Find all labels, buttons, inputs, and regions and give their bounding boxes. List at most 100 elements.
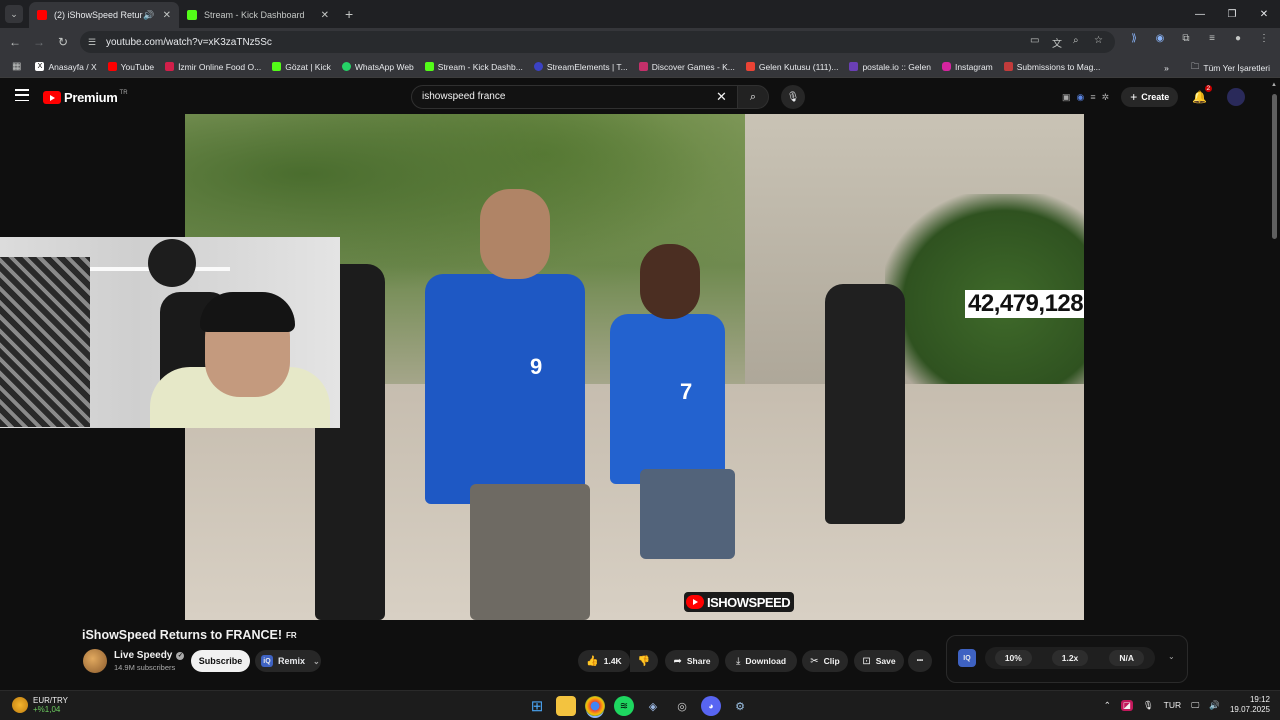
scroll-up-icon[interactable]: ▲ xyxy=(1271,82,1277,88)
bookmark-item[interactable]: StreamElements | T... xyxy=(533,62,628,72)
discord-icon[interactable]: ◕ xyxy=(701,696,721,716)
bookmark-item[interactable]: İzmir Online Food O... xyxy=(165,62,261,72)
forward-icon[interactable]: → xyxy=(27,35,51,49)
bookmark-item[interactable]: YouTube xyxy=(107,62,154,72)
url-text: youtube.com/watch?v=xK3zaTNz5Sc xyxy=(106,36,272,48)
app-cube-icon[interactable]: ◈ xyxy=(643,696,663,716)
food-site-icon xyxy=(165,62,175,71)
close-tab-icon[interactable]: ✕ xyxy=(321,10,329,21)
chrome-icon[interactable] xyxy=(585,696,605,716)
search-button[interactable]: ⌕ xyxy=(737,85,769,109)
bookmark-item[interactable]: Submissions to Mag... xyxy=(1003,62,1100,72)
channel-avatar[interactable] xyxy=(83,649,107,673)
bookmark-item[interactable]: Stream - Kick Dashb... xyxy=(424,62,523,72)
currency-pair: EUR/TRY xyxy=(33,696,68,705)
chevron-down-icon[interactable]: ⌄ xyxy=(1168,652,1175,661)
speaker-icon[interactable]: 🔊 xyxy=(143,10,154,21)
cast-icon[interactable]: ▭ xyxy=(1030,35,1039,46)
iq-segment[interactable]: 1.2x xyxy=(1042,650,1099,666)
input-language[interactable]: TUR xyxy=(1164,700,1181,710)
bookmark-star-icon[interactable]: ☆ xyxy=(1094,35,1103,46)
close-tab-icon[interactable]: ✕ xyxy=(163,10,171,21)
tab-youtube[interactable]: (2) iShowSpeed Returns to F 🔊 ✕ xyxy=(29,2,179,28)
streamelements-icon xyxy=(533,62,543,71)
dislike-button[interactable]: 👎 xyxy=(630,650,658,672)
spotify-icon[interactable]: ≋ xyxy=(614,696,634,716)
logo-text: Premium xyxy=(64,90,118,105)
bookmarks-bar: ▦ X Anasayfa / X YouTube İzmir Online Foo… xyxy=(0,56,1280,78)
account-avatar[interactable] xyxy=(1227,88,1246,106)
video-person-head xyxy=(640,244,700,319)
voice-search-button[interactable]: 🎙 xyxy=(781,85,805,109)
bookmark-item[interactable]: WhatsApp Web xyxy=(341,62,414,72)
profile-avatar-icon[interactable]: ● xyxy=(1230,33,1246,44)
tab-search-button[interactable]: ⌄ xyxy=(5,5,23,23)
scrollbar-thumb[interactable] xyxy=(1272,94,1277,239)
bookmark-item[interactable]: postale.io :: Gelen xyxy=(849,62,931,72)
list-icon[interactable]: ≡ xyxy=(1090,92,1095,102)
remix-button[interactable]: iQ Remix ⌄ xyxy=(255,650,321,672)
zoom-icon[interactable]: ⌕ xyxy=(1073,35,1079,46)
browser-menu-icon[interactable]: ⋮ xyxy=(1256,33,1272,44)
volume-icon[interactable]: 🔊 xyxy=(1209,700,1220,711)
all-bookmarks-link[interactable]: Tüm Yer İşaretleri xyxy=(1203,63,1270,73)
bookmark-item[interactable]: Instagram xyxy=(941,62,993,72)
reading-list-icon[interactable]: ≡ xyxy=(1204,33,1220,44)
video-title-text: iShowSpeed Returns to FRANCE! xyxy=(82,628,283,642)
save-button[interactable]: ⊡ Save xyxy=(854,650,904,672)
share-button[interactable]: ➦ Share xyxy=(665,650,719,672)
restore-icon[interactable]: ❐ xyxy=(1216,0,1248,28)
microphone-tray-icon[interactable]: 🎙 xyxy=(1143,700,1154,711)
extension-star-icon[interactable]: ✲ xyxy=(1102,92,1110,103)
apps-grid-icon[interactable]: ▦ xyxy=(12,61,21,72)
iq-segment[interactable]: 10% xyxy=(985,650,1042,666)
extension-wave-icon[interactable]: ⟫ xyxy=(1126,33,1142,44)
clock-date: 19.07.2025 xyxy=(1229,705,1270,714)
steam-icon[interactable]: ⚙ xyxy=(730,696,750,716)
youtube-premium-logo[interactable]: Premium TR xyxy=(43,90,128,105)
file-explorer-icon[interactable] xyxy=(556,696,576,716)
like-button[interactable]: 👍 1.4K xyxy=(578,650,630,672)
more-actions-button[interactable]: ••• xyxy=(908,650,932,672)
extension-square-icon[interactable]: ▣ xyxy=(1062,92,1071,103)
subscribe-button[interactable]: Subscribe xyxy=(191,650,250,672)
x-logo-icon: X xyxy=(35,62,45,71)
minimize-icon[interactable]: — xyxy=(1184,0,1216,28)
app-circle-icon[interactable]: ◎ xyxy=(672,696,692,716)
tray-app-icon[interactable]: ◪ xyxy=(1120,699,1133,711)
windows-start-icon[interactable]: ⊞ xyxy=(527,696,547,716)
currency-widget[interactable]: EUR/TRY +%1,04 xyxy=(12,696,68,714)
network-icon[interactable]: 🖵 xyxy=(1191,700,1199,711)
youtube-play-logo-icon xyxy=(43,91,61,104)
clip-button[interactable]: ✂ Clip xyxy=(802,650,848,672)
iq-segment[interactable]: N/A xyxy=(1098,650,1155,666)
new-tab-button[interactable]: + xyxy=(345,6,353,22)
download-button[interactable]: ⤓ Download xyxy=(725,650,797,672)
tab-kick-dashboard[interactable]: Stream - Kick Dashboard ✕ xyxy=(179,2,337,28)
bookmark-item[interactable]: Discover Games - K... xyxy=(638,62,735,72)
tray-overflow-icon[interactable]: ⌃ xyxy=(1104,700,1111,711)
back-icon[interactable]: ← xyxy=(3,35,27,49)
notifications-button[interactable]: 🔔 2 xyxy=(1192,85,1213,104)
address-bar[interactable]: ☰ youtube.com/watch?v=xK3zaTNz5Sc ▭ 文 ⌕ … xyxy=(80,31,1115,53)
bookmark-item[interactable]: X Anasayfa / X xyxy=(35,62,97,72)
page-scrollbar[interactable]: ▲ xyxy=(1271,82,1278,682)
bookmarks-more-icon[interactable]: » xyxy=(1164,63,1169,73)
clear-search-icon[interactable]: ✕ xyxy=(716,89,727,105)
reload-icon[interactable]: ↻ xyxy=(51,35,75,49)
close-window-icon[interactable]: ✕ xyxy=(1248,0,1280,28)
channel-name[interactable]: Live Speedy ✓ xyxy=(114,650,185,661)
hamburger-menu-icon[interactable] xyxy=(15,89,29,101)
title-flag: FR xyxy=(286,630,297,640)
bookmark-item[interactable]: Gelen Kutusu (111)... xyxy=(745,62,838,72)
search-input[interactable]: ishowspeed france xyxy=(411,85,738,109)
extensions-puzzle-icon[interactable]: ⧉ xyxy=(1178,33,1194,44)
create-button[interactable]: + Create xyxy=(1121,87,1179,107)
site-info-icon[interactable]: ☰ xyxy=(88,37,102,48)
system-clock[interactable]: 19:12 19.07.2025 xyxy=(1230,695,1270,715)
download-icon: ⤓ xyxy=(735,655,741,667)
bookmark-item[interactable]: Gözat | Kick xyxy=(272,62,331,72)
translate-icon[interactable]: 文 xyxy=(1052,35,1062,50)
extension-iq-icon[interactable]: ◉ xyxy=(1152,33,1168,44)
extension-circle-icon[interactable]: ◉ xyxy=(1077,92,1085,103)
